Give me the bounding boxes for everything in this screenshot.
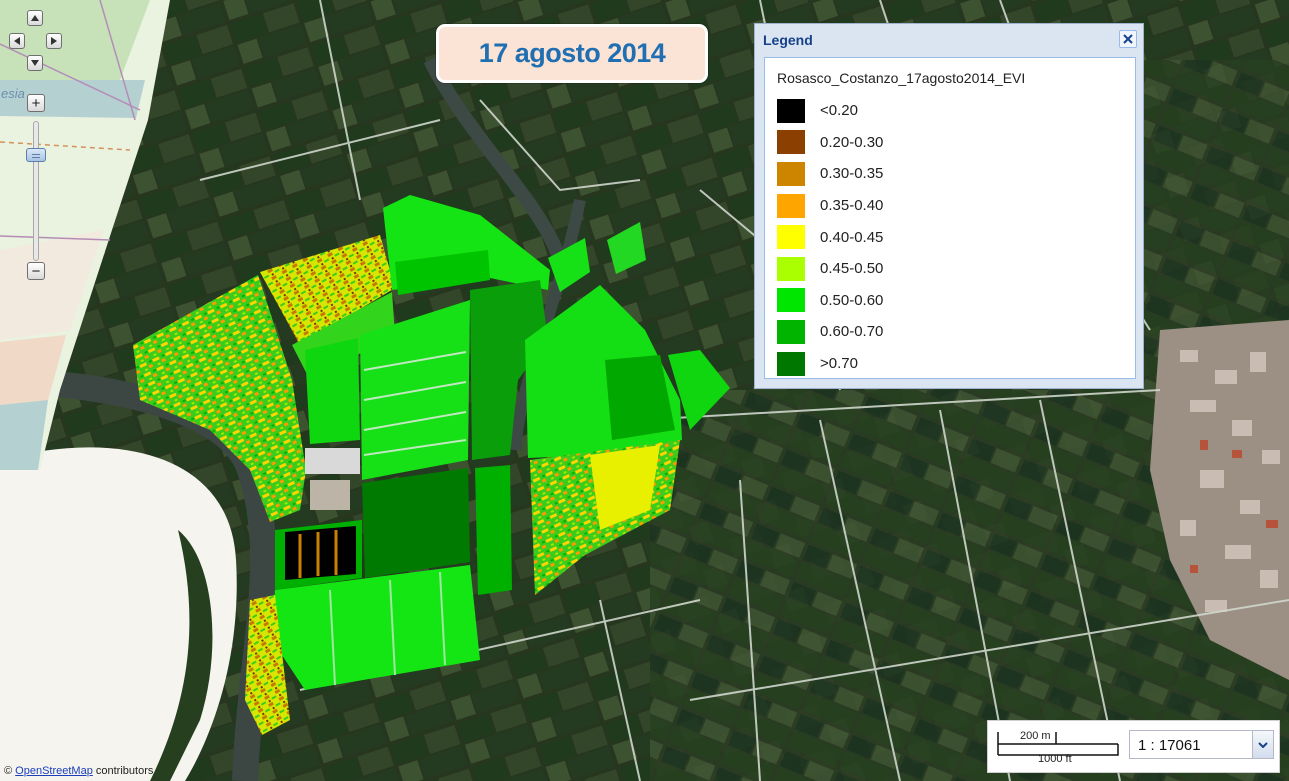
legend-item-label: 0.30-0.35 [820,165,884,183]
date-banner-text: 17 agosto 2014 [478,38,666,68]
legend-swatch [777,319,805,344]
legend-item-label: 0.20-0.30 [820,133,884,151]
zoom-in-button[interactable]: + [27,94,45,112]
legend-item-label: 0.40-0.45 [820,228,884,246]
legend-list: <0.20 0.20-0.30 0.30-0.35 0.35-0.40 0.40-0.4… [777,95,883,379]
legend-item: 0.60-0.70 [777,316,883,348]
legend-item-label: 0.60-0.70 [820,323,884,341]
pan-right-button[interactable] [46,33,62,49]
basemap-place-label: esia [1,86,25,101]
legend-panel: Legend Rosasco_Costanzo_17agosto2014_EVI… [754,23,1144,389]
zoom-out-icon: − [31,262,41,280]
legend-swatch [777,351,805,376]
scale-imperial-label: 1000 ft [1038,753,1072,765]
legend-swatch [777,98,805,123]
pan-down-button[interactable] [27,55,43,71]
attribution-prefix: © [4,765,13,777]
scale-metric-label: 200 m [1020,730,1051,742]
legend-item: <0.20 [777,95,883,127]
scale-dropdown-trigger[interactable] [1252,731,1273,758]
legend-body: Rosasco_Costanzo_17agosto2014_EVI <0.20 0… [764,57,1136,379]
zoom-out-button[interactable]: − [27,262,45,280]
legend-layer-name: Rosasco_Costanzo_17agosto2014_EVI [777,70,1026,86]
legend-close-button[interactable] [1119,30,1137,48]
pan-up-button[interactable] [27,10,43,26]
legend-swatch [777,256,805,281]
legend-swatch [777,225,805,250]
legend-item: 0.40-0.45 [777,221,883,253]
legend-item: >0.70 [777,348,883,380]
scale-select[interactable]: 1 : 17061 [1129,730,1274,759]
legend-item: 0.35-0.40 [777,190,883,222]
legend-swatch [777,193,805,218]
openstreetmap-link[interactable]: OpenStreetMap [15,765,93,777]
legend-item-label: 0.45-0.50 [820,260,884,278]
attribution-suffix: contributors [95,765,154,777]
attribution: © OpenStreetMap contributors [4,765,153,777]
pan-down-icon [31,60,39,66]
close-icon [1123,34,1133,44]
pan-left-button[interactable] [9,33,25,49]
legend-item-label: 0.50-0.60 [820,291,884,309]
legend-title: Legend [763,32,813,48]
legend-item: 0.20-0.30 [777,127,883,159]
zoom-slider-thumb[interactable] [26,148,46,162]
pan-right-icon [51,37,57,45]
legend-swatch [777,130,805,155]
legend-item: 0.45-0.50 [777,253,883,285]
zoom-slider-track[interactable] [33,121,39,261]
legend-item-label: 0.35-0.40 [820,197,884,215]
date-banner: 17 agosto 2014 [436,24,708,83]
zoom-in-icon: + [31,94,41,112]
pan-up-icon [31,15,39,21]
pan-left-icon [14,37,20,45]
legend-item: 0.50-0.60 [777,285,883,317]
legend-item: 0.30-0.35 [777,158,883,190]
legend-item-label: <0.20 [820,102,858,120]
legend-swatch [777,288,805,313]
legend-swatch [777,161,805,186]
legend-item-label: >0.70 [820,355,858,373]
scale-select-value: 1 : 17061 [1138,737,1201,754]
chevron-down-icon [1258,741,1268,748]
